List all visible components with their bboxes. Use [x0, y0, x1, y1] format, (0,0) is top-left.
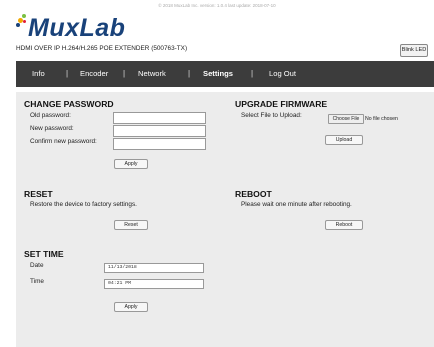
time-input[interactable]: 04:21 PM [104, 279, 204, 289]
time-label: Time [30, 278, 44, 285]
nav-settings[interactable]: Settings [203, 61, 233, 87]
product-name: HDMI OVER IP H.264/H.265 POE EXTENDER (5… [16, 45, 188, 52]
old-password-label: Old password: [30, 112, 71, 119]
reset-description: Restore the device to factory settings. [30, 201, 137, 208]
date-input[interactable]: 11/13/2018 [104, 263, 204, 273]
reset-button[interactable]: Reset [114, 220, 148, 230]
confirm-password-label: Confirm new password: [30, 138, 97, 145]
select-file-label: Select File to Upload: [241, 112, 302, 119]
date-label: Date [30, 262, 44, 269]
reboot-title: REBOOT [235, 189, 272, 199]
logo-dot-green [22, 14, 26, 18]
new-password-input[interactable] [113, 125, 206, 137]
set-time-title: SET TIME [24, 249, 64, 259]
reset-title: RESET [24, 189, 53, 199]
old-password-input[interactable] [113, 112, 206, 124]
choose-file-button[interactable]: Choose File [328, 114, 364, 124]
confirm-password-input[interactable] [113, 138, 206, 150]
nav-separator: | [66, 69, 69, 78]
reboot-button[interactable]: Reboot [325, 220, 363, 230]
settings-panel: CHANGE PASSWORD Old password: New passwo… [16, 92, 434, 347]
logo-dot-blue [16, 23, 20, 27]
main-nav: Info | Encoder | Network | Settings | Lo… [16, 61, 434, 87]
nav-logout[interactable]: Log Out [269, 61, 296, 87]
nav-separator: | [188, 69, 191, 78]
nav-info[interactable]: Info [32, 61, 45, 87]
upload-button[interactable]: Upload [325, 135, 363, 145]
password-apply-button[interactable]: Apply [114, 159, 148, 169]
reboot-description: Please wait one minute after rebooting. [241, 201, 352, 208]
upgrade-firmware-title: UPGRADE FIRMWARE [235, 99, 328, 109]
no-file-chosen-text: No file chosen [365, 116, 398, 122]
nav-separator: | [123, 69, 126, 78]
new-password-label: New password: [30, 125, 74, 132]
logo-dot-red [23, 20, 26, 23]
nav-separator: | [251, 69, 254, 78]
nav-network[interactable]: Network [138, 61, 166, 87]
change-password-title: CHANGE PASSWORD [24, 99, 114, 109]
blink-led-button[interactable]: Blink LED [400, 44, 428, 57]
logo-text: MuxLab [28, 14, 126, 42]
nav-encoder[interactable]: Encoder [80, 61, 108, 87]
muxlab-logo: MuxLab [16, 14, 146, 44]
version-note: © 2018 MuxLab Inc. version: 1.0.4 last u… [158, 3, 276, 8]
time-apply-button[interactable]: Apply [114, 302, 148, 312]
